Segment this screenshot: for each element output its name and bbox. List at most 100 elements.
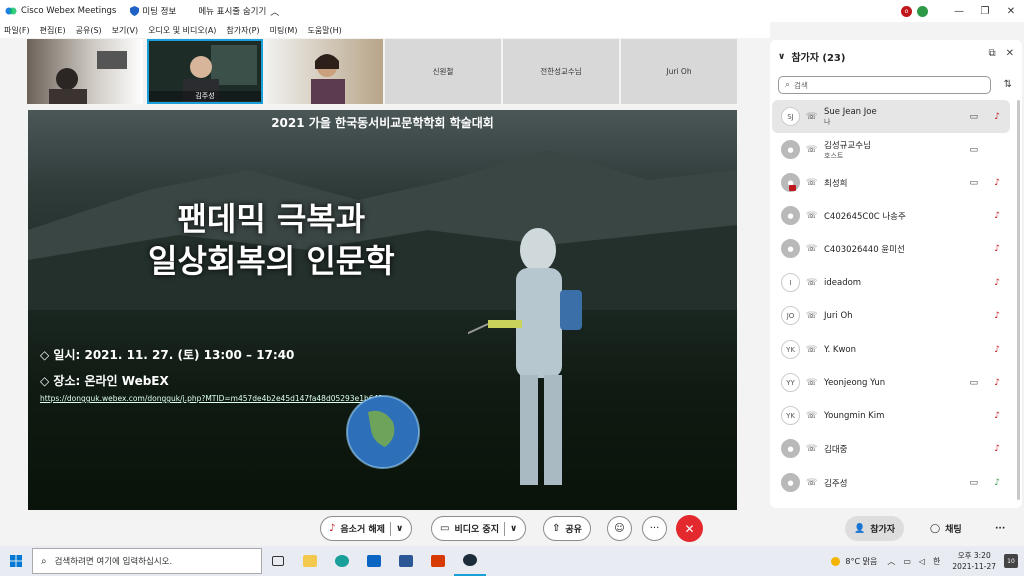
menu-participants[interactable]: 참가자(P) — [226, 25, 259, 36]
video-camera-icon[interactable]: ▭ — [969, 112, 978, 122]
share-button[interactable]: ⇧ 공유 — [543, 516, 591, 541]
minimize-button[interactable]: — — [946, 6, 972, 17]
participant-row[interactable]: JO ☏ Juri Oh ♪ — [772, 299, 1010, 332]
sort-icon[interactable]: ⇅ — [1004, 79, 1012, 90]
menu-help[interactable]: 도움말(H) — [307, 25, 341, 36]
leave-meeting-button[interactable]: ✕ — [676, 515, 703, 542]
network-icon[interactable]: ▭ — [903, 557, 911, 566]
clock[interactable]: 오후 3:20 2021-11-27 — [952, 550, 996, 572]
mic-muted-icon[interactable]: ♪ — [994, 112, 1000, 122]
edge-browser-icon[interactable] — [326, 546, 358, 576]
more-panels-button[interactable]: ··· — [986, 516, 1014, 541]
task-view-icon[interactable] — [262, 546, 294, 576]
video-strip: 김주성 신원철 전한성교수님 Juri Oh — [27, 38, 739, 105]
hide-menu-button[interactable]: 메뉴 표시줄 숨기기 — [198, 5, 266, 17]
webex-taskbar-icon[interactable] — [454, 546, 486, 576]
mic-muted-icon[interactable]: ♪ — [994, 178, 1000, 188]
menu-audio-video[interactable]: 오디오 및 비디오(A) — [148, 25, 216, 36]
menu-edit[interactable]: 편집(E) — [40, 25, 66, 36]
chevron-down-icon[interactable]: ∨ — [778, 52, 785, 62]
mic-muted-icon[interactable]: ♪ — [994, 411, 1000, 421]
restore-button[interactable]: ❐ — [972, 6, 998, 17]
taskbar-search-input[interactable]: ⌕ 검색하려면 여기에 입력하십시오. — [32, 548, 262, 574]
mic-muted-icon[interactable]: ♪ — [994, 244, 1000, 254]
participant-row[interactable]: YK ☏ Y. Kwon ♪ — [772, 333, 1010, 366]
menu-file[interactable]: 파일(F) — [4, 25, 30, 36]
mic-muted-icon[interactable]: ♪ — [994, 378, 1000, 388]
popout-icon[interactable]: ⧉ — [988, 48, 995, 59]
network-status-icon[interactable] — [917, 5, 928, 17]
participant-row[interactable]: ● ☏ 김주성 ▭ ♪ — [772, 466, 1010, 499]
clock-time: 오후 3:20 — [957, 551, 991, 560]
menu-view[interactable]: 보기(V) — [112, 25, 138, 36]
participant-row[interactable]: SJ ☏ Sue Jean Joe 나 ▭ ♪ — [772, 100, 1010, 133]
meeting-info-button[interactable]: 미팅 정보 — [142, 5, 176, 17]
participant-search-input[interactable]: ⌕ 검색 — [778, 76, 991, 94]
video-camera-icon[interactable]: ▭ — [969, 378, 978, 388]
participants-header[interactable]: ∨ 참가자 (23) — [778, 49, 845, 65]
name-tile[interactable]: Juri Oh — [621, 39, 737, 104]
participant-row[interactable]: I ☏ ideadom ♪ — [772, 266, 1010, 299]
store-icon[interactable] — [390, 546, 422, 576]
chevron-up-icon[interactable]: ︿ — [887, 556, 895, 567]
webex-logo-icon — [5, 7, 17, 15]
ime-indicator[interactable]: 한 — [933, 556, 940, 567]
start-button[interactable] — [0, 546, 32, 576]
video-camera-icon[interactable]: ▭ — [969, 145, 978, 155]
chevron-down-icon[interactable]: ∨ — [396, 524, 403, 534]
participant-row[interactable]: ● ☏ 최성희 ▭ ♪ — [772, 166, 1010, 199]
mic-muted-icon[interactable]: ♪ — [994, 444, 1000, 454]
taskbar-search-placeholder: 검색하려면 여기에 입력하십시오. — [54, 557, 173, 567]
chat-tab-button[interactable]: ◯ 채팅 — [921, 516, 971, 541]
mic-active-icon[interactable]: ♪ — [994, 478, 1000, 488]
mic-muted-icon[interactable]: ♪ — [994, 278, 1000, 288]
avatar: YK — [781, 406, 800, 425]
volume-icon[interactable]: ◁ — [919, 557, 925, 566]
mic-muted-icon[interactable]: ♪ — [994, 211, 1000, 221]
video-camera-icon[interactable]: ▭ — [969, 178, 978, 188]
notification-center-button[interactable]: 10 — [1004, 554, 1018, 568]
meeting-controls: ♪ 음소거 해제 ∨ ▭ 비디오 중지 ∨ ⇧ 공유 ☺ ··· ✕ 👤 참가자… — [0, 510, 1024, 546]
close-window-button[interactable]: ✕ — [998, 6, 1024, 17]
unmute-button[interactable]: ♪ 음소거 해제 ∨ — [320, 516, 413, 541]
participant-name: Y. Kwon — [824, 344, 856, 355]
stop-video-button[interactable]: ▭ 비디오 중지 ∨ — [431, 516, 527, 541]
phone-icon: ☏ — [806, 443, 818, 454]
video-tile-active[interactable]: 김주성 — [147, 39, 263, 104]
participant-row[interactable]: ● ☏ 김성규교수님 호스트 ▭ — [772, 133, 1010, 166]
reactions-button[interactable]: ☺ — [607, 516, 632, 541]
mail-icon[interactable] — [358, 546, 390, 576]
menu-meeting[interactable]: 미팅(M) — [270, 25, 298, 36]
participant-row[interactable]: ● ☏ C402645C0C 나송주 ♪ — [772, 199, 1010, 232]
close-panel-icon[interactable]: ✕ — [1006, 48, 1014, 59]
participant-row[interactable]: ● ☏ C403026440 윤미선 ♪ — [772, 232, 1010, 265]
recording-indicator-icon[interactable]: o — [901, 5, 912, 17]
close-icon: ✕ — [684, 521, 695, 536]
more-options-button[interactable]: ··· — [642, 516, 667, 541]
participants-tab-button[interactable]: 👤 참가자 — [845, 516, 905, 541]
video-tile[interactable] — [27, 39, 143, 104]
weather-widget[interactable]: 8°C 맑음 — [831, 556, 877, 567]
shield-icon — [130, 6, 140, 16]
chevron-up-icon[interactable]: ︿ — [270, 5, 279, 18]
avatar: I — [781, 273, 800, 292]
mic-muted-icon[interactable]: ♪ — [994, 311, 1000, 321]
participant-name: 김주성 — [824, 478, 848, 489]
name-tile[interactable]: 전한성교수님 — [503, 39, 619, 104]
scrollbar[interactable] — [1017, 100, 1020, 500]
thumbnail-name: 김주성 — [149, 91, 261, 101]
participant-row[interactable]: YK ☏ Youngmin Kim ♪ — [772, 399, 1010, 432]
participant-row[interactable]: YY ☏ Yeonjeong Yun ▭ ♪ — [772, 366, 1010, 399]
office-icon[interactable] — [422, 546, 454, 576]
event-link[interactable]: https://dongguk.webex.com/dongguk/j.php?… — [40, 394, 388, 403]
mic-muted-icon[interactable]: ♪ — [994, 345, 1000, 355]
chevron-down-icon[interactable]: ∨ — [510, 524, 517, 534]
phone-icon: ☏ — [806, 243, 818, 254]
video-tile[interactable] — [267, 39, 383, 104]
file-explorer-icon[interactable] — [294, 546, 326, 576]
menu-share[interactable]: 공유(S) — [76, 25, 102, 36]
name-tile[interactable]: 신원철 — [385, 39, 501, 104]
phone-icon: ☏ — [806, 210, 818, 221]
participant-row[interactable]: ● ☏ 김대중 ♪ — [772, 432, 1010, 465]
video-camera-icon[interactable]: ▭ — [969, 478, 978, 488]
